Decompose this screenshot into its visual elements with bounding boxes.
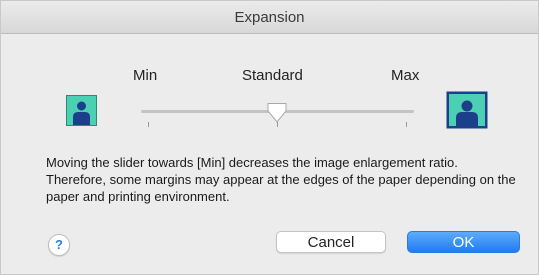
small-enlargement-icon <box>66 95 97 126</box>
slider-max-label: Max <box>391 67 420 84</box>
slider-standard-label: Standard <box>242 67 303 84</box>
cancel-button[interactable]: Cancel <box>276 231 386 253</box>
description-text: Moving the slider towards [Min] decrease… <box>46 155 516 204</box>
slider-min-label: Min <box>133 67 158 84</box>
ok-button[interactable]: OK <box>407 231 520 253</box>
dialog-content: Min Standard Max Moving the slider towar… <box>2 36 537 273</box>
slider-tick-min <box>148 122 149 127</box>
title-bar[interactable]: Expansion <box>1 1 538 34</box>
large-enlargement-icon <box>446 91 488 129</box>
expansion-dialog: Expansion Min Standard Max Moving the sl… <box>0 0 539 275</box>
slider-thumb[interactable] <box>266 102 288 124</box>
expansion-slider[interactable] <box>141 102 414 131</box>
slider-tick-max <box>406 122 407 127</box>
dialog-title: Expansion <box>234 9 305 26</box>
help-button[interactable]: ? <box>48 234 70 256</box>
